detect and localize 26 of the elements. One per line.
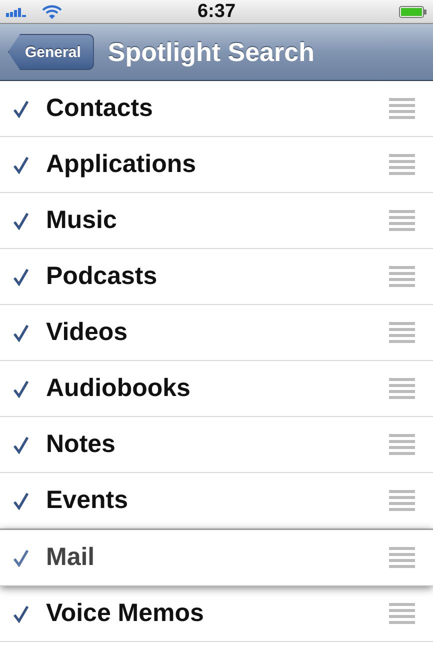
row-label: Applications	[46, 150, 198, 179]
reorder-handle-icon[interactable]	[389, 322, 415, 344]
reorder-handle-icon[interactable]	[389, 98, 415, 120]
status-time: 6:37	[197, 0, 236, 22]
row-label: Voice Memos	[46, 599, 205, 628]
row-label: Mail	[46, 543, 96, 572]
row-label: Videos	[46, 318, 129, 347]
wifi-icon	[42, 4, 62, 18]
reorder-handle-icon[interactable]	[389, 434, 415, 456]
back-button[interactable]: General	[8, 34, 94, 70]
row-label: Events	[46, 486, 129, 515]
battery-icon	[399, 6, 427, 18]
row-label: Music	[46, 206, 118, 235]
reorder-handle-icon[interactable]	[389, 490, 415, 512]
reorder-handle-icon[interactable]	[389, 602, 415, 624]
row-label: Podcasts	[46, 262, 158, 291]
reorder-handle-icon[interactable]	[389, 154, 415, 176]
reorder-handle-icon[interactable]	[389, 266, 415, 288]
row-label: Notes	[46, 430, 116, 459]
row-label: Audiobooks	[46, 374, 192, 403]
navigation-title: Spotlight Search	[108, 36, 314, 68]
row-label: Contacts	[46, 94, 154, 123]
reorder-handle-icon[interactable]	[389, 546, 415, 568]
reorder-handle-icon[interactable]	[389, 378, 415, 400]
list-row[interactable]: Mail	[0, 529, 433, 586]
reorder-handle-icon[interactable]	[389, 210, 415, 232]
